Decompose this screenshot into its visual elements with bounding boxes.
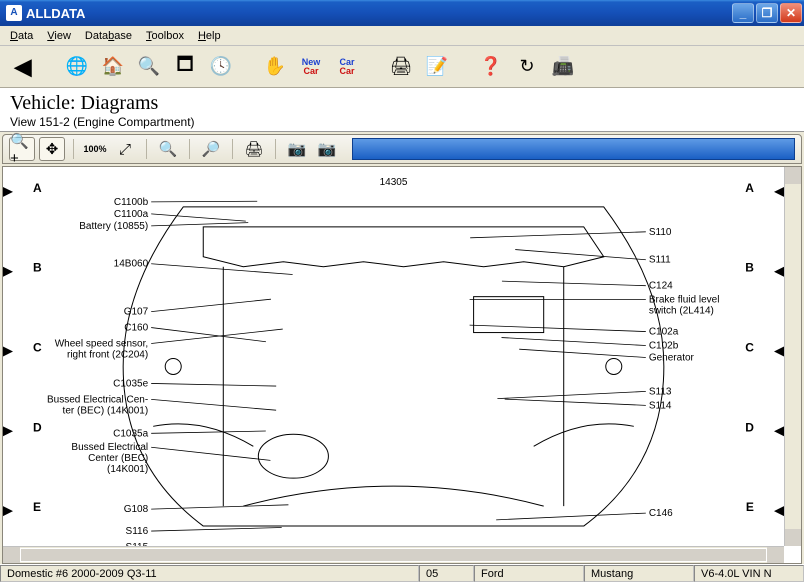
svg-text:(14K001): (14K001) <box>107 464 148 475</box>
globe-icon[interactable]: 🌐 <box>62 52 92 82</box>
svg-text:C1100b: C1100b <box>114 197 149 208</box>
svg-text:C1100a: C1100a <box>114 209 149 220</box>
zoom-in-icon[interactable]: 🔍+ <box>9 137 35 161</box>
svg-text:Center (BEC): Center (BEC) <box>88 453 148 464</box>
new-car-button[interactable]: NewCar <box>296 52 326 82</box>
svg-text:Bussed Electrical Cen-: Bussed Electrical Cen- <box>47 394 148 405</box>
app-icon: A <box>6 5 22 21</box>
pan-icon[interactable]: ✥ <box>39 137 65 161</box>
horizontal-scrollbar[interactable] <box>3 546 784 563</box>
status-db: Domestic #6 2000-2009 Q3-11 <box>0 565 419 582</box>
svg-text:C102b: C102b <box>649 341 679 352</box>
svg-text:G108: G108 <box>124 504 149 515</box>
refresh-icon[interactable]: ↻ <box>512 52 542 82</box>
svg-text:A: A <box>33 181 42 195</box>
menu-view[interactable]: View <box>41 28 77 44</box>
home-icon[interactable]: 🏠 <box>98 52 128 82</box>
print-icon[interactable]: 🖨 <box>386 52 416 82</box>
viewer-spacer <box>352 138 795 160</box>
hand-icon[interactable]: ✋ <box>260 52 290 82</box>
fit-icon[interactable]: ⤢ <box>112 137 138 161</box>
svg-text:S116: S116 <box>126 526 149 537</box>
zoom-minus-icon[interactable]: 🔎 <box>198 137 224 161</box>
svg-text:switch (2L414): switch (2L414) <box>649 306 714 317</box>
svg-text:G107: G107 <box>124 307 149 318</box>
menu-data[interactable]: Data <box>4 28 39 44</box>
window-controls: _ ❐ ✕ <box>732 3 802 23</box>
svg-text:E: E <box>33 500 41 514</box>
menu-database[interactable]: Database <box>79 28 138 44</box>
back-button[interactable]: ◀ <box>8 52 38 82</box>
svg-text:D: D <box>33 420 42 434</box>
svg-text:C: C <box>33 341 42 355</box>
svg-text:Bussed Electrical: Bussed Electrical <box>71 442 148 453</box>
svg-text:E: E <box>746 500 754 514</box>
vertical-scrollbar[interactable] <box>784 167 801 546</box>
maximize-button[interactable]: ❐ <box>756 3 778 23</box>
status-make: Ford <box>474 565 584 582</box>
svg-text:Battery (10855): Battery (10855) <box>79 221 148 232</box>
car-button[interactable]: CarCar <box>332 52 362 82</box>
fax-icon[interactable]: 📠 <box>548 52 578 82</box>
status-year: 05 <box>419 565 474 582</box>
title-bar: A ALLDATA _ ❐ ✕ <box>0 0 804 26</box>
svg-text:S113: S113 <box>649 386 672 397</box>
svg-text:B: B <box>745 261 754 275</box>
zoom-100-icon[interactable]: 100% <box>82 137 108 161</box>
svg-text:C: C <box>745 341 754 355</box>
svg-text:B: B <box>33 261 42 275</box>
code-icon[interactable]: 🗖 <box>170 52 200 82</box>
svg-text:Brake fluid level: Brake fluid level <box>649 295 720 306</box>
note-icon[interactable]: 📝 <box>422 52 452 82</box>
svg-text:C124: C124 <box>649 281 673 292</box>
viewer-toolbar: 🔍+ ✥ 100% ⤢ 🔍 🔎 🖨 📷 📷 <box>2 134 802 164</box>
menu-help[interactable]: Help <box>192 28 227 44</box>
svg-text:C1035a: C1035a <box>113 428 148 439</box>
svg-text:S110: S110 <box>649 227 672 238</box>
close-button[interactable]: ✕ <box>780 3 802 23</box>
svg-text:14B060: 14B060 <box>114 259 149 270</box>
engine-diagram: A A B B C C D D E E 14305 C1100bC1100aBattery (10… <box>3 167 784 546</box>
page-title: Vehicle: Diagrams <box>10 92 794 115</box>
search-icon[interactable]: 🔍 <box>134 52 164 82</box>
svg-text:C160: C160 <box>124 323 148 334</box>
status-engine: V6-4.0L VIN N <box>694 565 804 582</box>
menu-toolbox[interactable]: Toolbox <box>140 28 190 44</box>
svg-text:D: D <box>745 420 754 434</box>
svg-text:ter (BEC) (14K001): ter (BEC) (14K001) <box>63 405 149 416</box>
svg-text:right front (2C204): right front (2C204) <box>67 350 148 361</box>
svg-text:C146: C146 <box>649 508 673 519</box>
svg-text:14305: 14305 <box>380 177 408 188</box>
page-heading: Vehicle: Diagrams View 151-2 (Engine Com… <box>0 88 804 132</box>
page-subtitle: View 151-2 (Engine Compartment) <box>10 115 794 129</box>
menu-bar: Data View Database Toolbox Help <box>0 26 804 46</box>
status-model: Mustang <box>584 565 694 582</box>
svg-text:Generator: Generator <box>649 353 695 364</box>
minimize-button[interactable]: _ <box>732 3 754 23</box>
svg-text:A: A <box>745 181 754 195</box>
help-icon[interactable]: ❓ <box>476 52 506 82</box>
camera2-icon: 📷 <box>314 137 340 161</box>
diagram-viewport[interactable]: A A B B C C D D E E 14305 C1100bC1100aBattery (10… <box>2 166 802 564</box>
svg-text:Wheel speed sensor,: Wheel speed sensor, <box>55 339 148 350</box>
svg-text:C1035e: C1035e <box>113 378 148 389</box>
window-title: ALLDATA <box>26 6 732 21</box>
status-bar: Domestic #6 2000-2009 Q3-11 05 Ford Must… <box>0 564 804 582</box>
svg-text:S111: S111 <box>649 255 671 266</box>
zoom-plus-icon[interactable]: 🔍 <box>155 137 181 161</box>
time-icon[interactable]: 🕓 <box>206 52 236 82</box>
svg-text:S114: S114 <box>649 400 672 411</box>
svg-text:C102a: C102a <box>649 327 679 338</box>
camera-icon: 📷 <box>284 137 310 161</box>
main-toolbar: ◀ 🌐 🏠 🔍 🗖 🕓 ✋ NewCar CarCar 🖨 📝 ❓ ↻ 📠 <box>0 46 804 88</box>
viewer-print-icon[interactable]: 🖨 <box>241 137 267 161</box>
